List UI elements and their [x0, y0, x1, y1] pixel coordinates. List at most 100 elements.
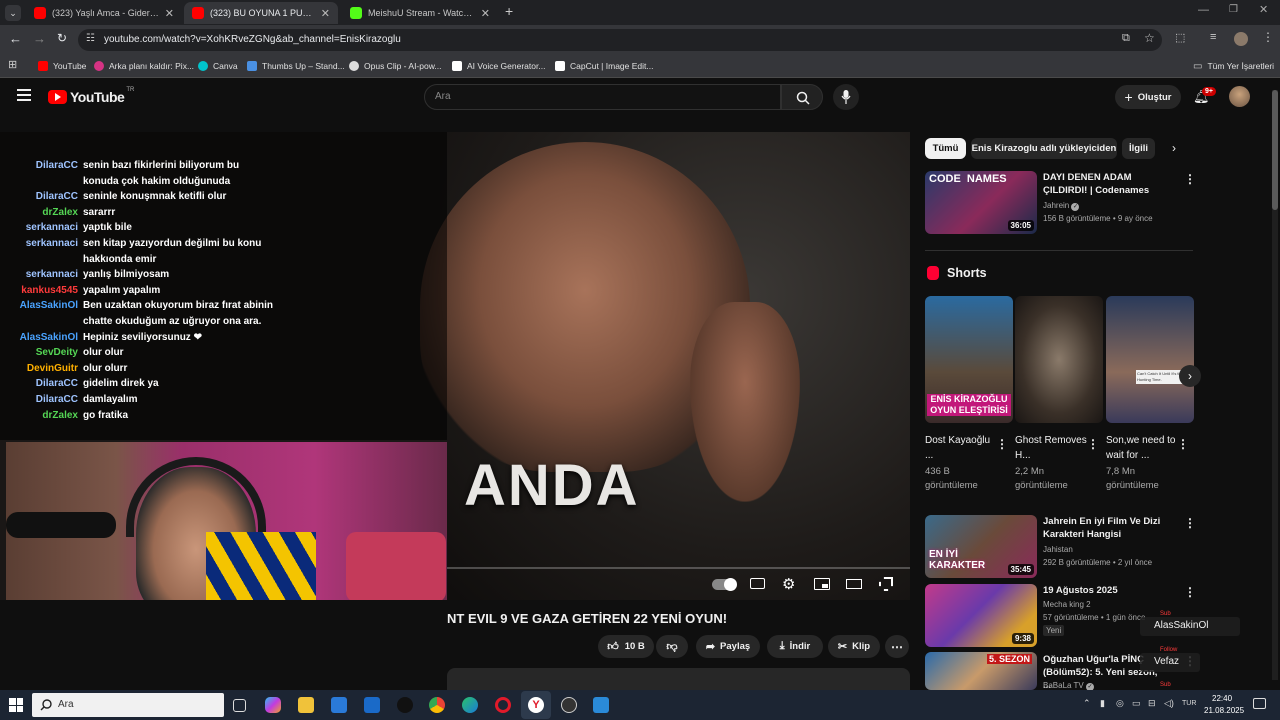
page-scrollbar[interactable]	[1272, 90, 1278, 680]
browser-tab-1[interactable]: (323) Yaşlı Amca - Giderdi Hoşu ✕	[26, 2, 182, 24]
network-icon[interactable]: ⊟	[1148, 698, 1156, 709]
short-thumbnail-1[interactable]: ENİS KİRAZOĞLU OYUN ELEŞTİRİSİ	[925, 296, 1013, 423]
bookmark-youtube[interactable]: YouTube	[38, 58, 86, 74]
shorts-next-button[interactable]: ›	[1179, 365, 1201, 387]
rec-channel[interactable]: Jahistan	[1043, 545, 1073, 554]
app-icon[interactable]	[593, 697, 609, 713]
miniplayer-icon[interactable]	[814, 578, 830, 590]
theater-mode-icon[interactable]	[846, 579, 862, 589]
edge-icon[interactable]	[462, 697, 478, 713]
tray-app-icon[interactable]: ◎	[1116, 698, 1124, 709]
clip-button[interactable]: ✂ Klip	[828, 635, 880, 658]
outlook-icon[interactable]	[364, 697, 380, 713]
rec-channel[interactable]: Mecha king 2	[1043, 600, 1091, 609]
close-icon[interactable]: ✕	[165, 7, 174, 20]
profile-avatar[interactable]	[1234, 32, 1248, 46]
rec-thumbnail-karakter[interactable]: EN İYİ KARAKTER 35:45	[925, 515, 1037, 578]
tray-app-icon[interactable]: ▭	[1132, 698, 1141, 709]
bookmark-pixelcut[interactable]: Arka planı kaldır: Pix...	[94, 58, 194, 74]
notification-center-icon[interactable]	[1253, 698, 1266, 709]
more-vert-icon[interactable]: ⋮	[996, 437, 1008, 451]
hamburger-menu-icon[interactable]	[17, 89, 31, 101]
bookmark-opusclip[interactable]: Opus Clip - AI-pow...	[349, 58, 441, 74]
task-view-icon[interactable]	[233, 699, 246, 712]
search-box[interactable]: Ara	[424, 84, 781, 110]
account-avatar[interactable]	[1229, 86, 1250, 107]
close-window-icon[interactable]: ✕	[1259, 3, 1268, 16]
tiktok-icon[interactable]	[397, 697, 413, 713]
file-explorer-icon[interactable]	[298, 697, 314, 713]
extensions-icon[interactable]: ⬚	[1175, 31, 1185, 44]
windows-start-icon[interactable]	[9, 698, 23, 712]
tray-overflow-icon[interactable]: ⌃	[1083, 698, 1091, 709]
more-menu-icon[interactable]: ⋮	[1262, 30, 1274, 44]
bookmark-capcut[interactable]: CapCut | Image Edit...	[555, 58, 653, 74]
bookmark-canva[interactable]: Canva	[198, 58, 238, 74]
all-bookmarks-folder[interactable]: ▭ Tüm Yer İşaretleri	[1193, 58, 1274, 74]
search-button[interactable]	[781, 84, 823, 110]
site-info-icon[interactable]: ☷	[86, 33, 95, 44]
rec-title[interactable]: 19 Ağustos 2025	[1043, 584, 1178, 597]
short-title[interactable]: Ghost Removes H...	[1015, 433, 1090, 463]
browser-tab-2[interactable]: (323) BU OYUNA 1 PUAN VERİY ✕	[184, 2, 338, 24]
tab-search-button[interactable]: ⌄	[5, 5, 21, 21]
reading-list-icon[interactable]: ≡	[1210, 31, 1216, 43]
bookmark-aivoice[interactable]: AI Voice Generator...	[452, 58, 545, 74]
create-button[interactable]: + Oluştur	[1115, 85, 1181, 109]
chevron-right-icon[interactable]: ›	[1172, 141, 1176, 155]
autoplay-toggle[interactable]	[712, 578, 737, 591]
share-button[interactable]: ➦ Paylaş	[696, 635, 760, 658]
chrome-icon[interactable]	[429, 697, 445, 713]
rec-thumbnail-aug19[interactable]: 9:38	[925, 584, 1037, 647]
yandex-icon-active[interactable]: Y	[521, 691, 551, 719]
dislike-button[interactable]: 👎︎	[656, 635, 688, 658]
rec-title[interactable]: Jahrein En iyi Film Ve Dizi Karakteri Ha…	[1043, 515, 1178, 541]
install-app-icon[interactable]: ⧉	[1122, 32, 1130, 45]
close-icon[interactable]: ✕	[321, 7, 330, 20]
clock-date[interactable]: 21.08.2025	[1204, 706, 1244, 715]
more-vert-icon[interactable]: ⋮	[1184, 585, 1196, 599]
short-title[interactable]: Son,we need to wait for ...	[1106, 433, 1176, 463]
close-icon[interactable]: ✕	[481, 7, 490, 20]
microsoft-store-icon[interactable]	[331, 697, 347, 713]
obs-icon[interactable]	[561, 697, 577, 713]
copilot-icon[interactable]	[265, 697, 281, 713]
more-vert-icon[interactable]: ⋮	[1087, 437, 1099, 451]
clock-time[interactable]: 22:40	[1212, 694, 1232, 703]
more-vert-icon[interactable]: ⋮	[1184, 172, 1196, 186]
input-language[interactable]: TUR	[1182, 700, 1196, 707]
voice-search-button[interactable]	[833, 84, 859, 110]
rec-channel[interactable]: Jahrein ✓	[1043, 201, 1080, 211]
more-vert-icon[interactable]: ⋮	[1184, 516, 1196, 530]
apps-grid-icon[interactable]: ⊞	[8, 58, 17, 71]
chip-related[interactable]: İlgili	[1122, 138, 1155, 159]
rec-thumbnail-codenames[interactable]: CODE NAMES 36:05	[925, 171, 1037, 234]
back-arrow-icon[interactable]: ←	[9, 31, 22, 46]
chip-from-uploader[interactable]: Enis Kirazoglu adlı yükleyiciden	[971, 138, 1117, 159]
youtube-logo[interactable]: YouTube TR	[48, 87, 134, 105]
opera-icon[interactable]	[495, 697, 511, 713]
video-player[interactable]: ANDA DilaraCC senin bazı fikirlerini bili…	[0, 132, 910, 600]
download-button[interactable]: ⤓ İndir	[767, 635, 823, 658]
maximize-icon[interactable]: ❐	[1229, 4, 1238, 15]
more-vert-icon[interactable]: ⋮	[1177, 437, 1189, 451]
rec-title[interactable]: DAYI DENEN ADAM ÇILDIRDI! | Codenames	[1043, 171, 1178, 197]
search-input[interactable]: Ara	[435, 91, 451, 102]
reload-icon[interactable]: ↻	[57, 31, 67, 45]
new-tab-plus-icon[interactable]: +	[505, 3, 513, 19]
progress-bar[interactable]	[447, 567, 910, 569]
forward-arrow-icon[interactable]: →	[33, 31, 46, 46]
like-button[interactable]: 👍︎ 10 B	[598, 635, 654, 658]
volume-icon[interactable]: ◁)	[1164, 698, 1174, 709]
description-box[interactable]	[447, 668, 910, 690]
chip-all[interactable]: Tümü	[925, 138, 966, 159]
more-actions-button[interactable]: ⋯	[885, 635, 909, 658]
address-bar[interactable]: ☷ youtube.com/watch?v=XohKRveZGNg&ab_cha…	[78, 29, 1162, 51]
rec-thumbnail-pinc[interactable]: 5. SEZON	[925, 652, 1037, 690]
settings-gear-icon[interactable]: ⚙	[782, 575, 795, 593]
taskbar-search-box[interactable]: Ara	[32, 693, 224, 717]
browser-tab-3[interactable]: MeishuU Stream - Watch Live on K ✕	[342, 2, 498, 24]
tray-app-icon[interactable]: ▮	[1100, 698, 1105, 709]
short-title[interactable]: Dost Kayaoğlu ...	[925, 433, 995, 463]
minimize-icon[interactable]: —	[1198, 4, 1209, 16]
